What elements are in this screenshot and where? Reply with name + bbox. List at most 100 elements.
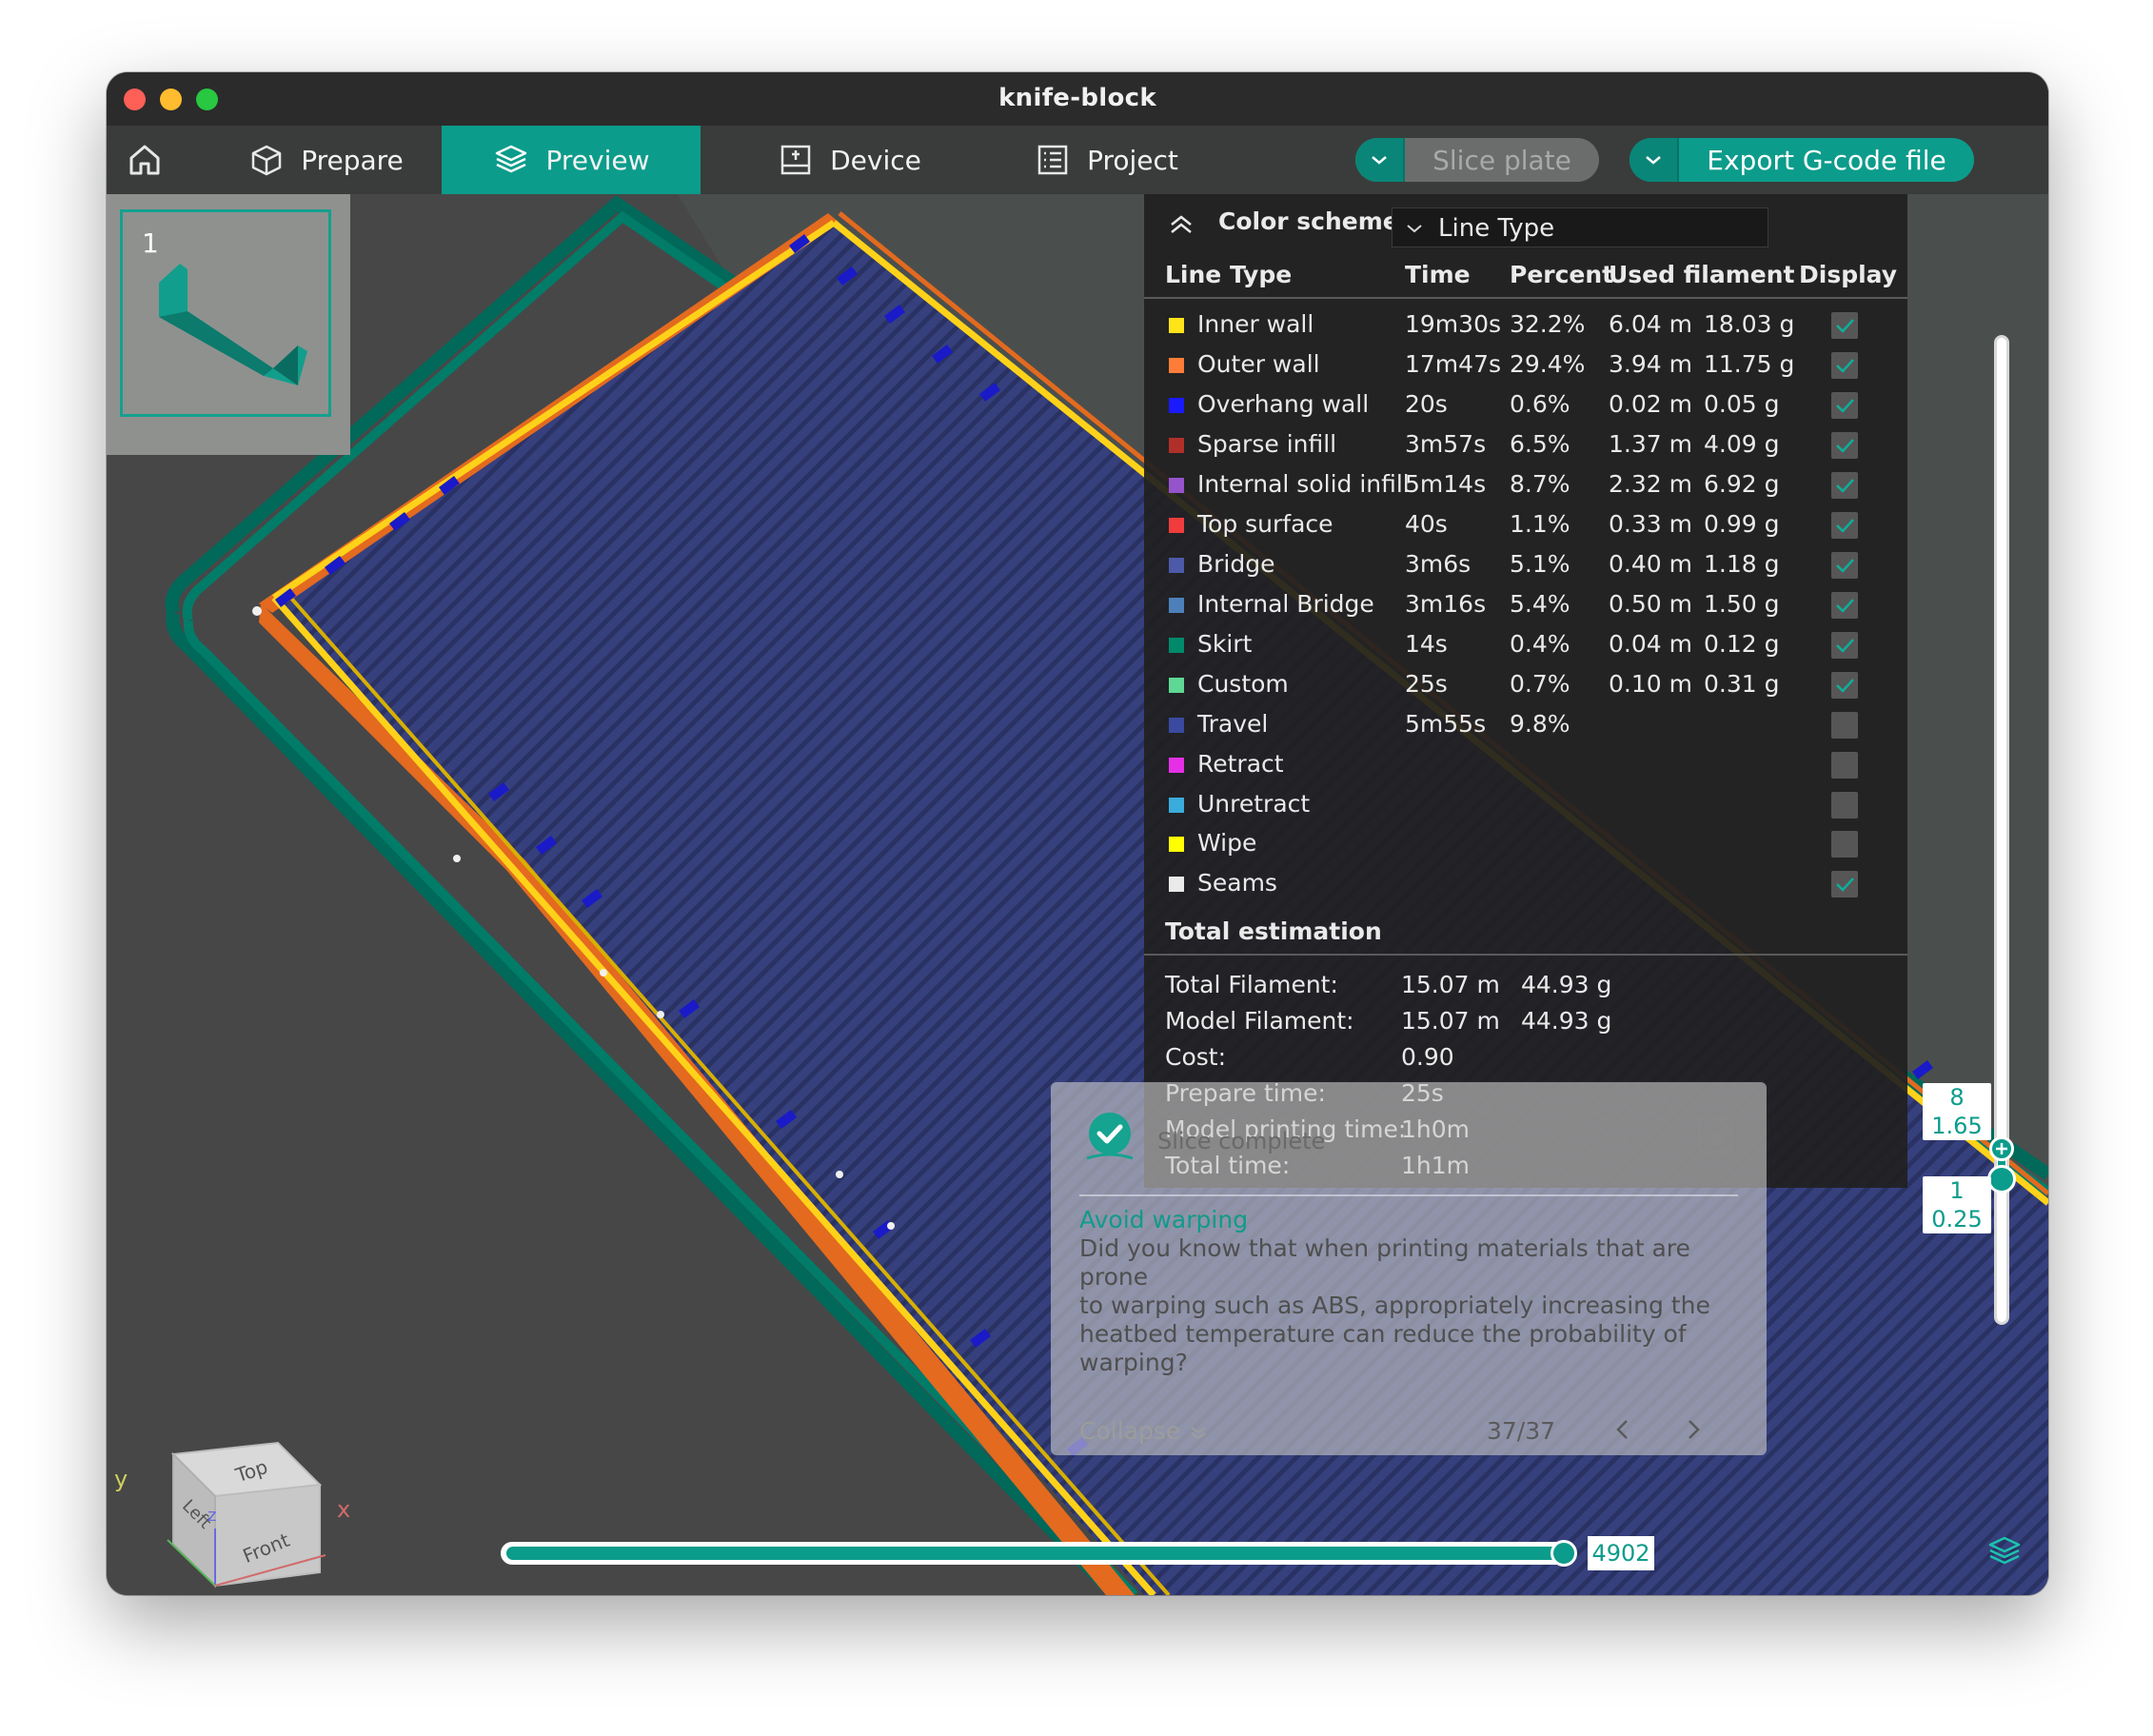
- cube-icon: [251, 145, 282, 176]
- display-checkbox[interactable]: [1831, 871, 1858, 898]
- layer-slider-upper-handle[interactable]: [1989, 1136, 2014, 1161]
- line-type-time: 19m30s: [1405, 310, 1502, 338]
- line-type-swatch: [1169, 557, 1184, 573]
- checkmark-icon: [1836, 638, 1854, 653]
- color-scheme-value: Line Type: [1438, 214, 1555, 243]
- legend-row: Retract: [1144, 746, 1907, 786]
- total-weight: 44.93 g: [1521, 1007, 1612, 1035]
- line-type-swatch: [1169, 477, 1184, 493]
- close-icon[interactable]: [1698, 1118, 1732, 1153]
- line-type-name: Retract: [1197, 749, 1284, 778]
- tab-prepare[interactable]: Prepare: [236, 126, 417, 194]
- display-checkbox[interactable]: [1831, 671, 1858, 699]
- display-checkbox[interactable]: [1831, 631, 1858, 659]
- line-type-name: Travel: [1197, 709, 1269, 738]
- tip-title[interactable]: Avoid warping: [1079, 1206, 1248, 1233]
- line-type-swatch: [1169, 318, 1184, 333]
- column-time: Time: [1405, 261, 1471, 288]
- divider: [1079, 1194, 1738, 1196]
- plus-icon: [1996, 1143, 2007, 1154]
- line-type-time: 5m14s: [1405, 469, 1487, 498]
- display-checkbox[interactable]: [1831, 431, 1858, 459]
- export-gcode-button[interactable]: Export G-code file: [1630, 138, 1974, 182]
- checkmark-icon: [1836, 678, 1854, 693]
- line-type-time: 17m47s: [1405, 349, 1502, 378]
- move-slider-handle[interactable]: [1551, 1540, 1577, 1567]
- legend-row: Top surface 40s 1.1% 0.33 m 0.99 g: [1144, 506, 1907, 546]
- display-checkbox[interactable]: [1831, 391, 1858, 419]
- move-slider-readout: 4902: [1588, 1536, 1654, 1570]
- total-value: 0.90: [1401, 1043, 1454, 1071]
- display-checkbox[interactable]: [1831, 831, 1858, 858]
- collapse-up-icon[interactable]: [1167, 211, 1195, 240]
- line-type-length: 6.04 m: [1609, 310, 1692, 338]
- line-type-weight: 0.31 g: [1704, 669, 1780, 698]
- line-type-name: Outer wall: [1197, 349, 1320, 378]
- legend-row: Wipe: [1144, 825, 1907, 865]
- slice-options-dropdown[interactable]: [1355, 138, 1405, 182]
- plate-thumbnail[interactable]: 1: [120, 209, 331, 417]
- line-type-time: 25s: [1405, 669, 1448, 698]
- view-cube[interactable]: Top Front Left z: [135, 1386, 383, 1595]
- display-checkbox[interactable]: [1831, 591, 1858, 619]
- app-window: knife-block Prepare Preview Device Proje…: [107, 72, 2048, 1595]
- column-used-filament: Used filament: [1609, 261, 1795, 288]
- line-type-time: 20s: [1405, 389, 1448, 418]
- collapse-button[interactable]: Collapse: [1079, 1417, 1209, 1445]
- total-value: 15.07 m: [1401, 1007, 1500, 1035]
- total-label: Cost:: [1165, 1043, 1227, 1071]
- line-type-percent: 5.4%: [1510, 589, 1570, 618]
- display-checkbox[interactable]: [1831, 791, 1858, 819]
- line-type-percent: 0.6%: [1510, 389, 1570, 418]
- line-type-time: 3m57s: [1405, 429, 1487, 458]
- line-type-time: 5m55s: [1405, 709, 1487, 738]
- total-weight: 44.93 g: [1521, 971, 1612, 998]
- home-icon[interactable]: [124, 139, 166, 181]
- line-type-name: Sparse infill: [1197, 429, 1337, 458]
- line-type-length: 1.37 m: [1609, 429, 1692, 458]
- chevron-left-icon[interactable]: [1609, 1415, 1637, 1444]
- lower-layer-height: 0.25: [1931, 1206, 1983, 1233]
- line-type-percent: 8.7%: [1510, 469, 1570, 498]
- slice-plate-button[interactable]: Slice plate: [1355, 138, 1599, 182]
- line-type-name: Overhang wall: [1197, 389, 1370, 418]
- column-display: Display: [1799, 261, 1898, 288]
- main-toolbar: Prepare Preview Device Project Slice pla…: [107, 126, 2048, 194]
- layers-icon[interactable]: [1985, 1532, 2024, 1570]
- line-type-name: Seams: [1197, 869, 1277, 898]
- chevron-right-icon[interactable]: [1679, 1415, 1708, 1444]
- layer-slider-lower-handle[interactable]: [1987, 1165, 2016, 1194]
- line-type-weight: 0.99 g: [1704, 509, 1780, 538]
- display-checkbox[interactable]: [1831, 312, 1858, 339]
- display-checkbox[interactable]: [1831, 511, 1858, 539]
- export-options-dropdown[interactable]: [1630, 138, 1679, 182]
- checkmark-icon: [1836, 878, 1854, 893]
- tab-project[interactable]: Project: [1017, 126, 1197, 194]
- color-scheme-select[interactable]: Line Type: [1392, 207, 1768, 247]
- column-line-type: Line Type: [1165, 261, 1293, 288]
- display-checkbox[interactable]: [1831, 551, 1858, 579]
- line-type-name: Internal Bridge: [1197, 589, 1374, 618]
- line-type-name: Internal solid infill: [1197, 469, 1410, 498]
- display-checkbox[interactable]: [1831, 751, 1858, 779]
- display-checkbox[interactable]: [1831, 471, 1858, 499]
- 3d-viewport[interactable]: 1 Color scheme Line Type Line Type Time …: [107, 194, 2048, 1595]
- total-label: Model Filament:: [1165, 1007, 1354, 1035]
- checkmark-icon: [1836, 359, 1854, 373]
- tip-line: warping?: [1079, 1349, 1188, 1376]
- display-checkbox[interactable]: [1831, 711, 1858, 739]
- line-type-percent: 1.1%: [1510, 509, 1570, 538]
- axis-z-label: z: [207, 1506, 216, 1526]
- total-row: Model Filament: 15.07 m 44.93 g: [1144, 1003, 1907, 1039]
- line-type-swatch: [1169, 677, 1184, 693]
- line-type-percent: 0.7%: [1510, 669, 1570, 698]
- display-checkbox[interactable]: [1831, 351, 1858, 379]
- tip-line: heatbed temperature can reduce the proba…: [1079, 1320, 1687, 1348]
- line-type-swatch: [1169, 357, 1184, 373]
- tab-preview[interactable]: Preview: [442, 126, 701, 194]
- line-type-percent: 29.4%: [1510, 349, 1586, 378]
- total-estimation-title: Total estimation: [1165, 917, 1382, 945]
- tip-body: Did you know that when printing material…: [1079, 1234, 1746, 1377]
- layers-icon: [495, 145, 526, 173]
- tab-device[interactable]: Device: [760, 126, 940, 194]
